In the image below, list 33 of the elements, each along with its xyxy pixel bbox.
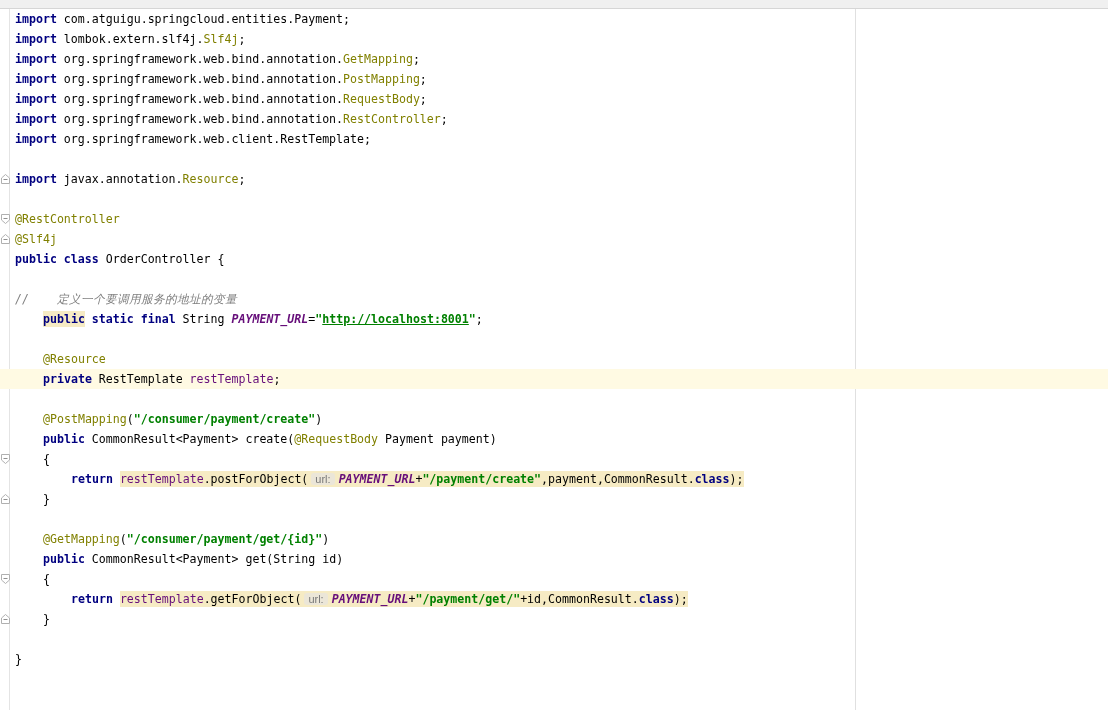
code-line: import lombok.extern.slf4j.Slf4j;	[15, 31, 246, 48]
fold-icon[interactable]	[1, 614, 10, 624]
code-line: public CommonResult<Payment> create(@RequestBody Payment payment)	[42, 431, 497, 448]
code-line: import org.springframework.web.bind.annotation.GetMapping;	[15, 51, 420, 68]
fold-icon[interactable]	[1, 574, 10, 584]
code-line: public CommonResult<Payment> get(String id)	[42, 551, 344, 568]
code-line: return restTemplate.postForObject( url: PAYMENT_URL+"/payment/create",payment,CommonResult.class);	[70, 470, 744, 488]
fold-icon[interactable]	[1, 234, 10, 244]
code-line: @GetMapping("/consumer/payment/get/{id}")	[42, 531, 330, 548]
code-line: }	[42, 611, 50, 628]
fold-icon[interactable]	[1, 494, 10, 504]
code-line: {	[42, 571, 50, 588]
code-line: }	[15, 651, 22, 668]
code-line: @Resource	[42, 351, 106, 368]
fold-icon[interactable]	[1, 214, 10, 224]
code-line: import org.springframework.web.bind.annotation.PostMapping;	[15, 71, 427, 88]
code-line: return restTemplate.getForObject( url: PAYMENT_URL+"/payment/get/"+id,CommonResult.class);	[70, 590, 688, 608]
code-line: import javax.annotation.Resource;	[15, 171, 246, 188]
code-line: }	[42, 491, 50, 508]
code-line: // 定义一个要调用服务的地址的变量	[15, 291, 237, 308]
code-line: @RestController	[15, 211, 120, 228]
code-line: import org.springframework.web.bind.annotation.RequestBody;	[15, 91, 427, 108]
fold-icon[interactable]	[1, 174, 10, 184]
code-line: import com.atguigu.springcloud.entities.Payment;	[15, 11, 351, 28]
code-line: {	[42, 451, 50, 468]
code-line: import org.springframework.web.client.RestTemplate;	[15, 131, 371, 148]
code-line: import org.springframework.web.bind.annotation.RestController;	[15, 111, 448, 128]
code-line: public class OrderController {	[15, 251, 225, 268]
code-line: private RestTemplate restTemplate;	[42, 371, 281, 388]
code-line: @Slf4j	[15, 231, 57, 248]
code-line: public static final String PAYMENT_URL="http://localhost:8001";	[42, 310, 483, 328]
fold-icon[interactable]	[1, 454, 10, 464]
code-line: @PostMapping("/consumer/payment/create")	[42, 411, 323, 428]
